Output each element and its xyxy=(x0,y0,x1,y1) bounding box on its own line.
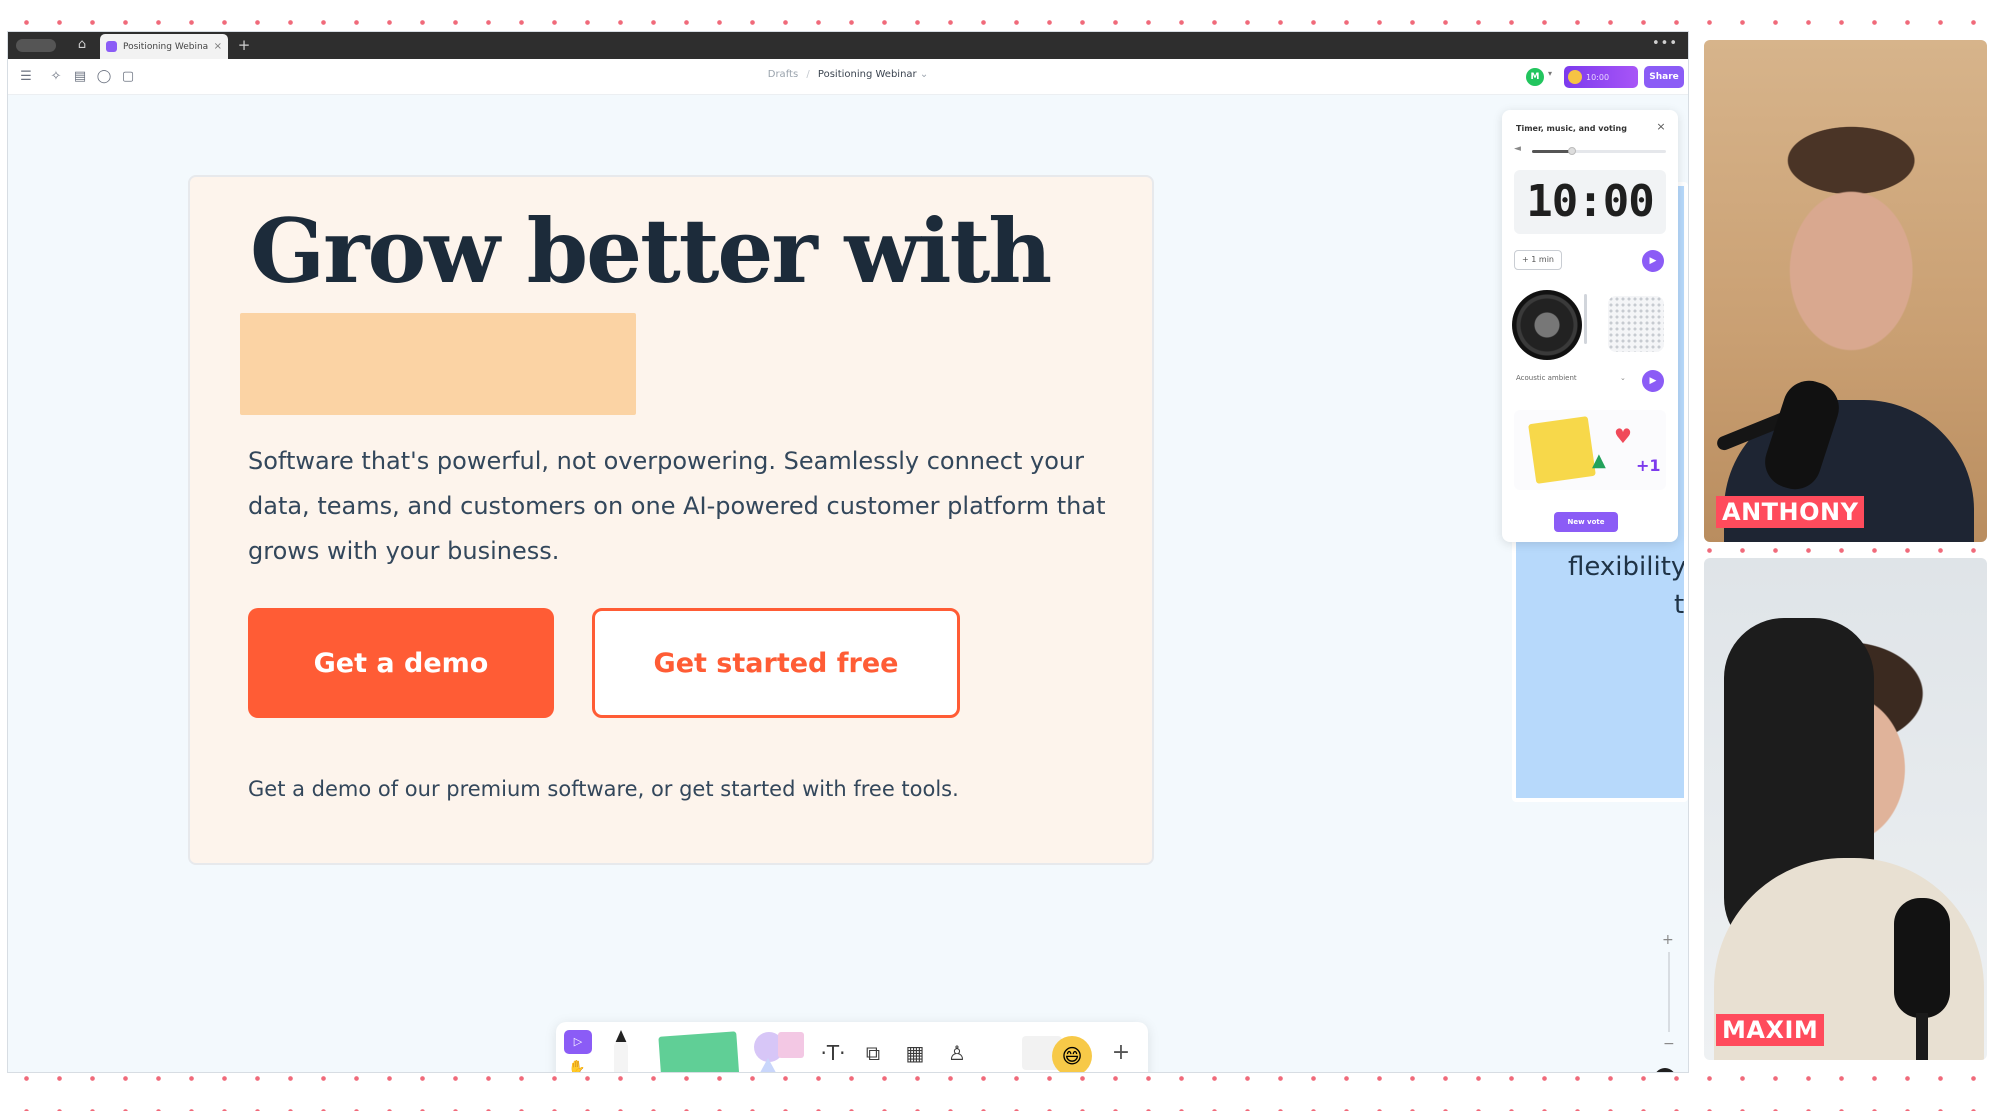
emoji-tool-icon[interactable]: 😄 xyxy=(1052,1036,1092,1072)
tab-bar: ⌂ Positioning Webinar × + ••• xyxy=(8,32,1688,59)
pen-tool-icon[interactable] xyxy=(614,1030,628,1072)
hero-frame[interactable]: Grow better with Software that's powerfu… xyxy=(188,175,1154,865)
shape-square-icon[interactable] xyxy=(778,1032,804,1058)
timer-play-button[interactable]: ▶ xyxy=(1642,250,1664,272)
tab-close-icon[interactable]: × xyxy=(214,41,222,52)
volume-slider[interactable] xyxy=(1532,147,1666,155)
timer-music-voting-panel: Timer, music, and voting × ◄ 10:00 + 1 m… xyxy=(1502,110,1678,542)
timer-display[interactable]: 10:00 xyxy=(1514,170,1666,234)
thumbs-up-icon: ▲ xyxy=(1592,450,1606,471)
tab-positioning-webinar[interactable]: Positioning Webinar × xyxy=(100,34,228,59)
board-toolbar: ☰ ✧ ▤ ◯ ▢ Drafts / Positioning Webinar ⌄… xyxy=(8,59,1688,95)
get-started-free-button[interactable]: Get started free xyxy=(592,608,960,718)
frame-tool-icon[interactable]: ⧉ xyxy=(858,1038,888,1068)
blue-card-line: th xyxy=(1674,590,1685,620)
hero-title: Grow better with xyxy=(250,199,1052,303)
volume-handle[interactable] xyxy=(1568,147,1576,155)
new-vote-button[interactable]: New vote xyxy=(1554,512,1618,532)
participant-name-tag: ANTHONY xyxy=(1716,496,1865,528)
zoom-out-icon[interactable]: − xyxy=(1663,1036,1675,1052)
mic-stand xyxy=(1916,1013,1928,1060)
stamp-tool-icon[interactable]: ♙ xyxy=(942,1038,972,1068)
sticky-note-tool[interactable] xyxy=(658,1031,740,1072)
chevron-down-icon[interactable]: ⌄ xyxy=(1620,374,1626,382)
creation-toolbar: ▷ ✋ ·T· ⧉ ▦ ♙ 😄 + xyxy=(556,1022,1148,1072)
close-icon[interactable]: × xyxy=(1654,120,1668,134)
browser-window: ⌂ Positioning Webinar × + ••• ☰ ✧ ▤ ◯ ▢ … xyxy=(8,32,1688,1072)
breadcrumb-separator: / xyxy=(806,69,810,80)
hero-note: Get a demo of our premium software, or g… xyxy=(248,777,959,801)
add-minute-button[interactable]: + 1 min xyxy=(1514,250,1562,270)
highlight-box xyxy=(240,313,636,415)
more-icon[interactable]: ••• xyxy=(1652,36,1678,51)
more-tools-icon[interactable]: + xyxy=(1106,1038,1136,1068)
emoji-icon xyxy=(1568,70,1582,84)
board-favicon-icon xyxy=(106,41,117,52)
timer-pill-button[interactable]: 10:00 xyxy=(1564,66,1638,88)
chevron-down-icon[interactable]: ⌄ xyxy=(920,69,928,80)
speaker-icon xyxy=(1608,296,1664,352)
microphone-icon xyxy=(1894,898,1950,1018)
new-tab-icon[interactable]: + xyxy=(234,35,254,55)
music-play-button[interactable]: ▶ xyxy=(1642,370,1664,392)
voting-illustration: ♥ ▲ +1 xyxy=(1514,410,1666,490)
volume-icon: ◄ xyxy=(1514,144,1521,154)
webcam-maxim: MAXIM xyxy=(1704,558,1987,1060)
vinyl-record-icon xyxy=(1512,290,1582,360)
breadcrumb: Drafts / Positioning Webinar ⌄ xyxy=(8,69,1688,80)
chevron-down-icon[interactable]: ▾ xyxy=(1548,69,1552,78)
get-demo-button[interactable]: Get a demo xyxy=(248,608,554,718)
participant-name-tag: MAXIM xyxy=(1716,1014,1825,1046)
hero-description: Software that's powerful, not overpoweri… xyxy=(248,447,1106,565)
timer-pill-time: 10:00 xyxy=(1586,72,1610,82)
shape-triangle-icon[interactable] xyxy=(756,1058,780,1072)
tab-title: Positioning Webinar xyxy=(123,41,208,52)
window-controls[interactable] xyxy=(16,39,56,52)
tonearm-icon xyxy=(1584,294,1587,344)
panel-title: Timer, music, and voting xyxy=(1516,124,1627,133)
select-tool-icon[interactable]: ▷ xyxy=(564,1030,592,1054)
volume-fill xyxy=(1532,150,1572,153)
breadcrumb-drafts[interactable]: Drafts xyxy=(768,69,798,80)
share-button[interactable]: Share xyxy=(1644,66,1684,88)
zoom-in-icon[interactable]: + xyxy=(1662,932,1674,948)
table-tool-icon[interactable]: ▦ xyxy=(900,1038,930,1068)
help-button[interactable]: ? xyxy=(1654,1068,1676,1072)
avatar[interactable]: M xyxy=(1526,68,1544,86)
home-icon[interactable]: ⌂ xyxy=(72,35,92,55)
webcam-anthony: ANTHONY xyxy=(1704,40,1987,542)
music-track-select[interactable]: Acoustic ambient xyxy=(1516,374,1626,382)
zoom-slider[interactable] xyxy=(1668,952,1670,1032)
blue-card-line: flexibility a xyxy=(1568,552,1687,582)
heart-icon: ♥ xyxy=(1614,424,1632,448)
board-title[interactable]: Positioning Webinar xyxy=(818,69,917,80)
sticky-note-icon xyxy=(1528,416,1596,484)
plus-one-icon: +1 xyxy=(1636,456,1661,475)
text-tool-icon[interactable]: ·T· xyxy=(818,1038,848,1068)
hand-tool-icon[interactable]: ✋ xyxy=(568,1060,585,1072)
